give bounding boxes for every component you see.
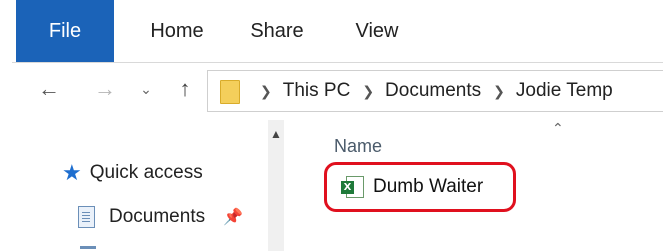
file-name: Dumb Waiter	[373, 176, 484, 197]
breadcrumb-jodie-temp[interactable]: Jodie Temp	[516, 80, 613, 102]
documents-label: Documents	[109, 206, 206, 227]
folder-icon	[220, 80, 240, 104]
star-icon: ★	[62, 160, 82, 185]
breadcrumb-documents[interactable]: Documents	[385, 80, 481, 102]
column-header-name[interactable]: Name	[334, 136, 382, 157]
nav-item-quick-access[interactable]: ★ Quick access	[62, 162, 203, 184]
up-arrow-icon[interactable]: ↑	[170, 73, 200, 105]
scroll-up-icon[interactable]: ▲	[268, 126, 284, 142]
navigation-pane: ★ Quick access Documents 📌 ▲	[12, 120, 284, 251]
quick-access-label: Quick access	[89, 162, 203, 183]
tab-file[interactable]: File	[16, 0, 114, 62]
tab-view[interactable]: View	[342, 0, 412, 62]
file-item-dumb-waiter[interactable]: X Dumb Waiter	[324, 162, 516, 212]
document-icon	[78, 206, 95, 228]
nav-item-documents[interactable]: Documents 📌	[78, 206, 243, 228]
chevron-right-icon: ❯	[493, 82, 505, 99]
back-arrow-icon[interactable]: ←	[34, 73, 64, 105]
address-bar[interactable]: ❯ This PC ❯ Documents ❯ Jodie Temp	[207, 70, 663, 112]
chevron-down-icon[interactable]: ⌄	[136, 73, 156, 105]
chevron-right-icon: ❯	[260, 82, 272, 99]
pin-icon[interactable]: 📌	[223, 207, 243, 227]
ribbon-tabs: File Home Share View	[12, 0, 663, 63]
navigation-bar: ← → ⌄ ↑ ❯ This PC ❯ Documents ❯ Jodie Te…	[12, 63, 663, 118]
scrollbar[interactable]: ▲	[268, 120, 284, 251]
tab-home[interactable]: Home	[137, 0, 217, 62]
chevron-right-icon: ❯	[362, 82, 375, 99]
file-list: ⌃ Name X Dumb Waiter	[284, 120, 663, 251]
excel-icon: X	[341, 176, 364, 198]
breadcrumb: ❯ This PC ❯ Documents ❯ Jodie Temp	[248, 71, 613, 111]
breadcrumb-this-pc[interactable]: This PC	[283, 80, 351, 102]
tab-share[interactable]: Share	[237, 0, 317, 62]
partial-nav-item-icon	[80, 246, 96, 249]
forward-arrow-icon[interactable]: →	[90, 73, 120, 105]
file-explorer-window: File Home Share View ← → ⌄ ↑ ❯ This PC ❯…	[12, 0, 663, 251]
sort-ascending-icon: ⌃	[552, 120, 564, 136]
